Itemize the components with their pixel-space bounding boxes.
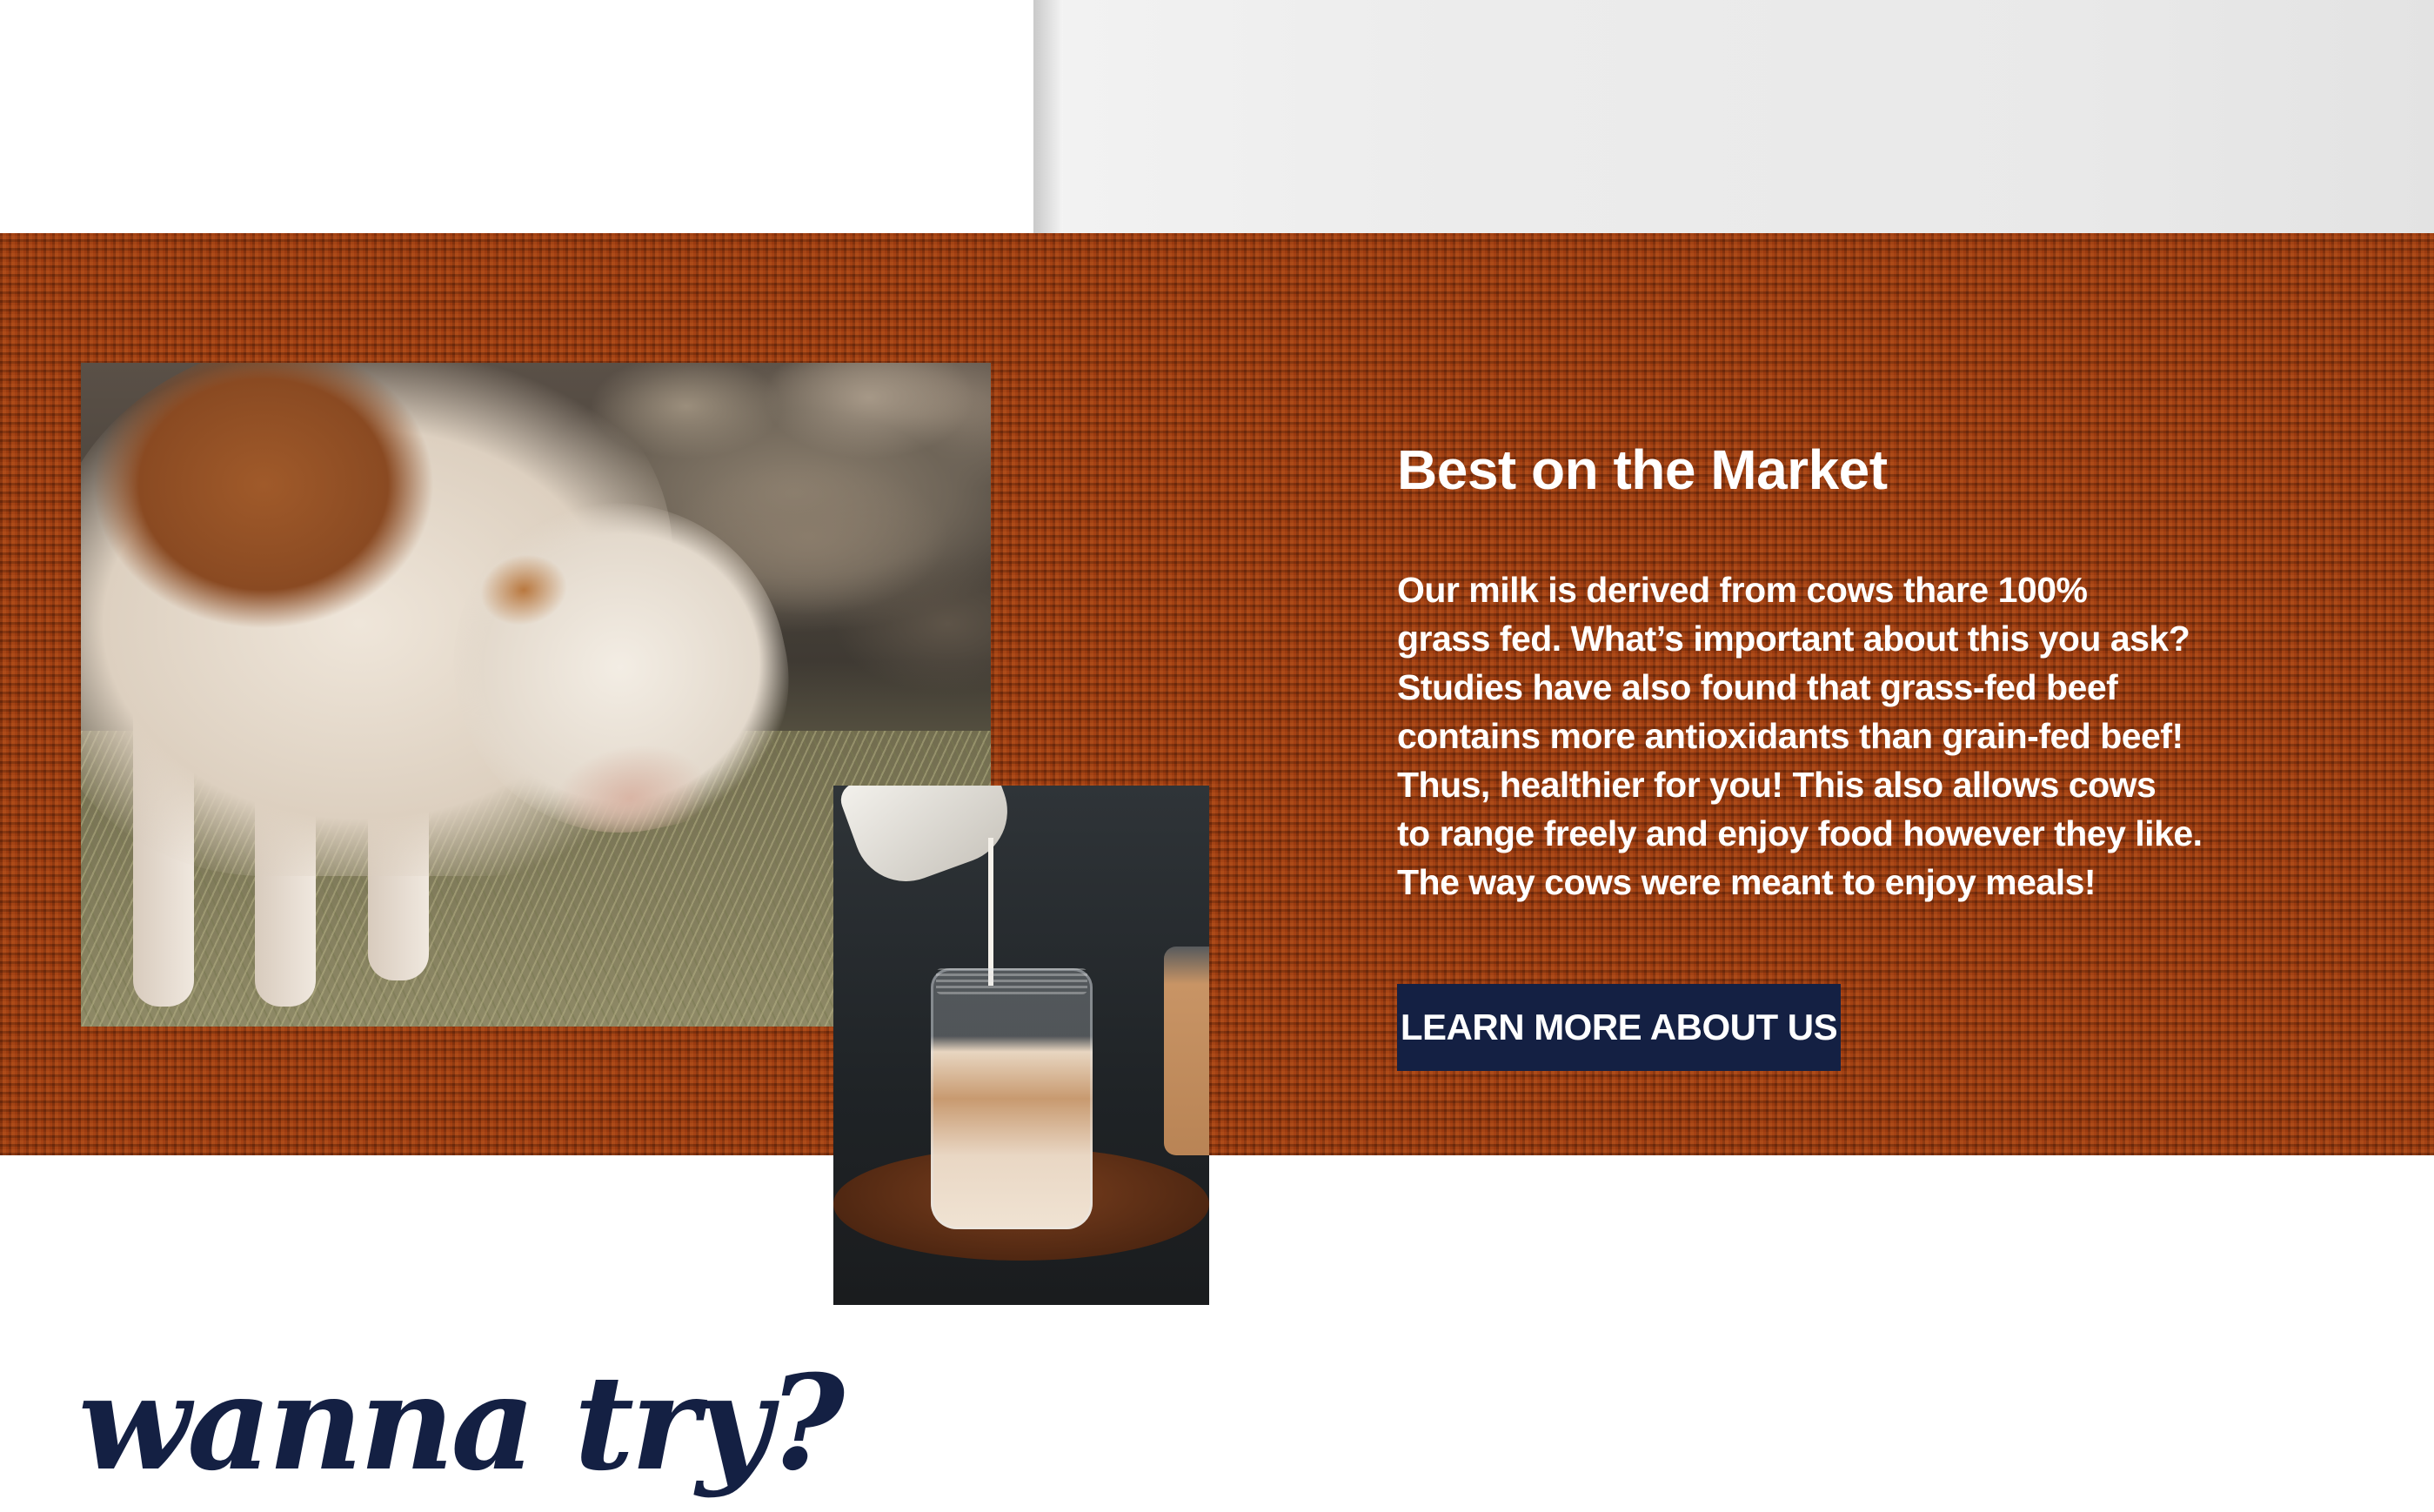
milk-jar-photo (833, 786, 1209, 1305)
section-heading: Best on the Market (1397, 438, 1888, 501)
header-photo-edge (1033, 0, 1063, 233)
milk-pitcher (836, 786, 1022, 896)
paragraph-line: The way cows were meant to enjoy meals! (1397, 862, 2096, 902)
paragraph-line: contains more antioxidants than grain-fe… (1397, 716, 2183, 756)
paragraph-line: to range freely and enjoy food however t… (1397, 813, 2203, 853)
header-photo (1033, 0, 2434, 233)
wanna-try-tagline: wanna try? (78, 1347, 845, 1500)
milk-stream (988, 838, 993, 986)
paragraph-line: Studies have also found that grass-fed b… (1397, 667, 2118, 707)
mason-jar-rim (936, 968, 1087, 994)
mason-jar (931, 968, 1093, 1229)
paragraph-line: grass fed. What’s important about this y… (1397, 619, 2190, 659)
paragraph-line: Our milk is derived from cows thare 100% (1397, 570, 2088, 610)
learn-more-button[interactable]: LEARN MORE ABOUT US (1397, 984, 1841, 1071)
section-paragraph: Our milk is derived from cows thare 100%… (1397, 565, 2267, 907)
background-jar (1164, 947, 1209, 1155)
paragraph-line: Thus, healthier for you! This also allow… (1397, 765, 2156, 805)
